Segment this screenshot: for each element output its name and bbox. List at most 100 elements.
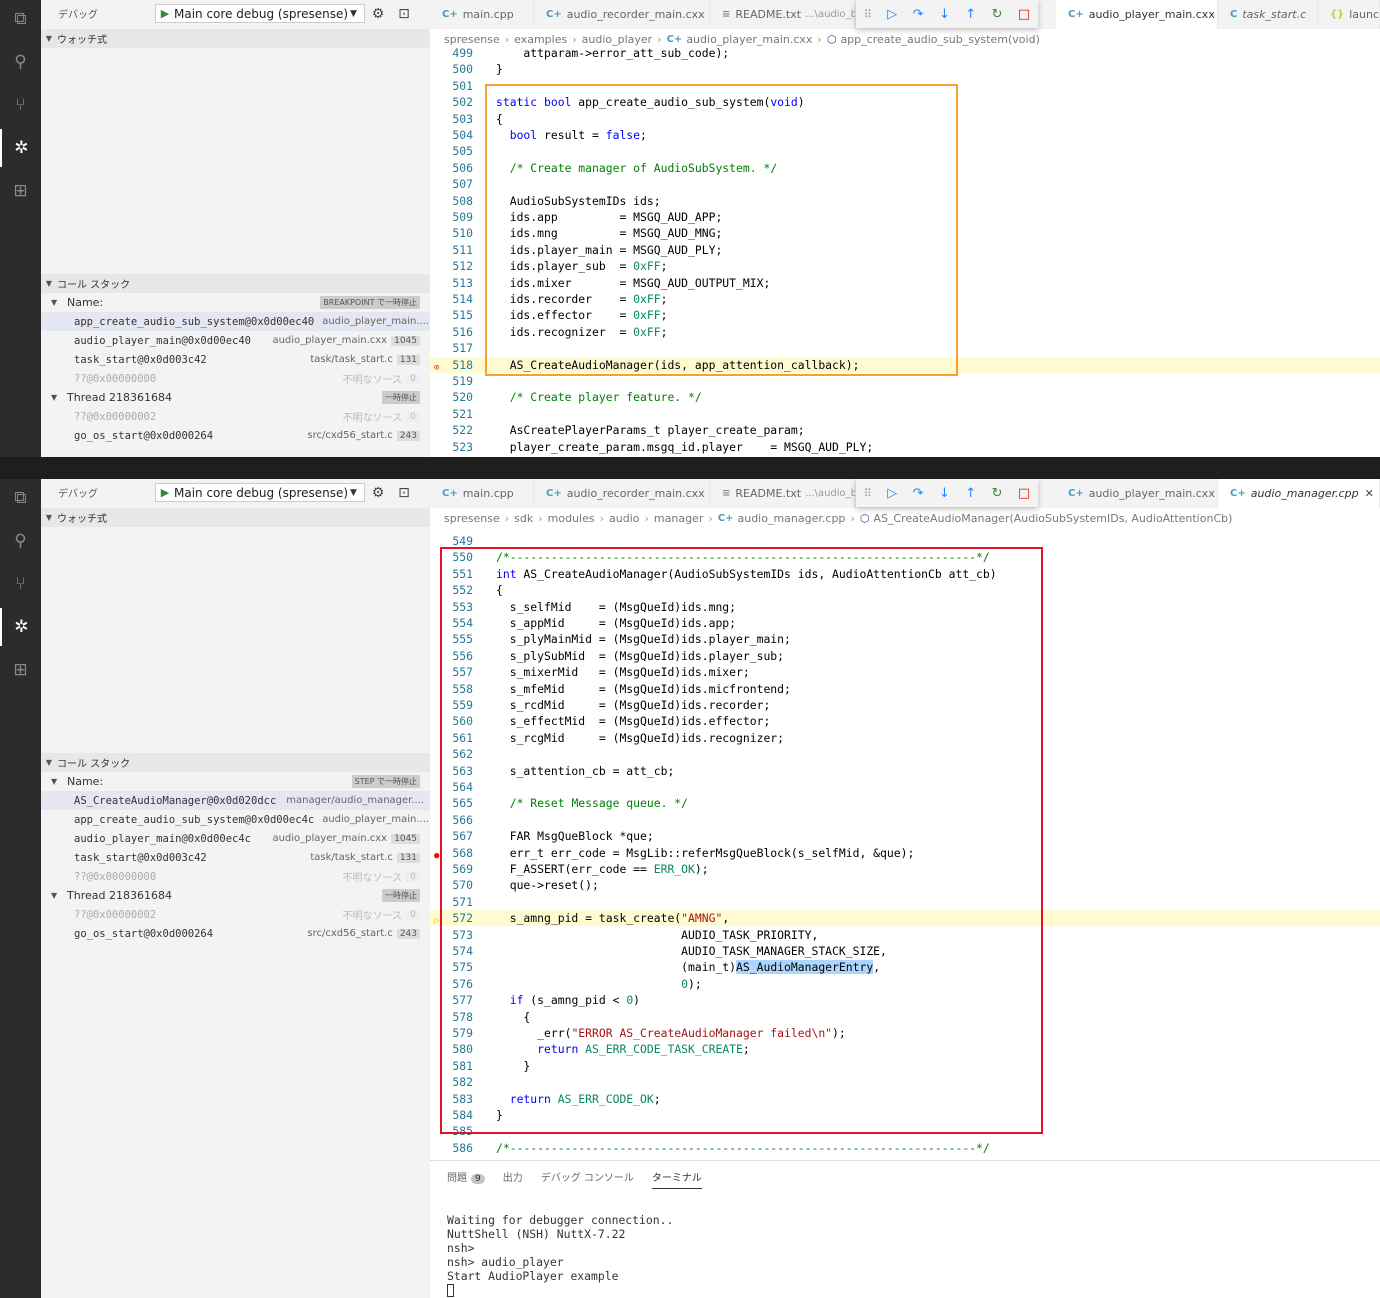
breadcrumb-item[interactable]: manager	[654, 512, 703, 525]
watch-section-header[interactable]: ▼ ウォッチ式	[41, 508, 430, 527]
line-number[interactable]: 583	[430, 1091, 473, 1107]
code-line[interactable]: 508 AudioSubSystemIDs ids;	[430, 193, 1380, 209]
line-number[interactable]: 572	[430, 910, 473, 926]
code-line[interactable]: 551 int AS_CreateAudioManager(AudioSubSys…	[430, 566, 1380, 582]
line-number[interactable]: 514	[430, 291, 473, 307]
thread-row[interactable]: ▼ Name: STEP で一時停止	[41, 772, 430, 791]
breadcrumb-item[interactable]: modules	[548, 512, 595, 525]
line-number[interactable]: 500	[430, 61, 473, 77]
line-number[interactable]: 515	[430, 307, 473, 323]
restart-icon[interactable]: ↻	[992, 7, 1003, 22]
line-number[interactable]: 555	[430, 631, 473, 647]
tab-main-cpp[interactable]: C+ main.cpp	[430, 479, 534, 508]
code-line[interactable]: 520 /* Create player feature. */	[430, 389, 1380, 405]
code-line[interactable]: 562	[430, 746, 1380, 762]
code-line[interactable]: 507	[430, 176, 1380, 192]
line-number[interactable]: 520	[430, 389, 473, 405]
code-line[interactable]: 501	[430, 78, 1380, 94]
code-line[interactable]: 556 s_plySubMid = (MsgQueId)ids.player_s…	[430, 648, 1380, 664]
line-number[interactable]: 523	[430, 439, 473, 455]
code-line[interactable]: 561 s_rcgMid = (MsgQueId)ids.recognizer;	[430, 730, 1380, 746]
line-number[interactable]: 522	[430, 422, 473, 438]
code-line[interactable]: 519	[430, 373, 1380, 389]
stack-frame-row[interactable]: app_create_audio_sub_system@0x0d00ec4c a…	[41, 810, 430, 829]
thread-row[interactable]: ▼ Name: BREAKPOINT で一時停止	[41, 293, 430, 312]
code-line[interactable]: 559 s_rcdMid = (MsgQueId)ids.recorder;	[430, 697, 1380, 713]
line-number[interactable]: 576	[430, 976, 473, 992]
line-number[interactable]: 513	[430, 275, 473, 291]
code-line[interactable]: 521	[430, 406, 1380, 422]
code-line[interactable]: 571	[430, 894, 1380, 910]
breadcrumb-item[interactable]: sdk	[514, 512, 533, 525]
tab-output[interactable]: 出力	[503, 1169, 523, 1189]
code-line[interactable]: 550 /*-----------------------------------…	[430, 549, 1380, 565]
tab-audio-recorder-main[interactable]: C+ audio_recorder_main.cxx	[534, 0, 710, 29]
code-line[interactable]: 500}	[430, 61, 1380, 77]
tab-audio-player-main[interactable]: C+ audio_player_main.cxx	[1056, 479, 1218, 508]
line-number[interactable]: 502	[430, 94, 473, 110]
start-debug-icon[interactable]: ▶	[156, 486, 174, 499]
line-number[interactable]: 575	[430, 959, 473, 975]
debug-icon[interactable]: ✲	[0, 608, 41, 646]
explorer-icon[interactable]: ⧉	[0, 479, 41, 517]
debug-icon[interactable]: ✲	[0, 129, 41, 167]
code-line[interactable]: 563 s_attention_cb = att_cb;	[430, 763, 1380, 779]
line-number[interactable]: 509	[430, 209, 473, 225]
debug-config-select[interactable]: ▶ Main core debug (spresense) ▼	[155, 483, 365, 502]
code-line[interactable]: 499 attparam->error_att_sub_code);	[430, 45, 1380, 61]
stack-frame-row[interactable]: app_create_audio_sub_system@0x0d00ec40 a…	[41, 312, 430, 331]
stack-frame-row[interactable]: task_start@0x0d003c42 task/task_start.c …	[41, 848, 430, 867]
line-number[interactable]: 554	[430, 615, 473, 631]
code-line[interactable]: 505	[430, 143, 1380, 159]
code-line[interactable]: 575 (main_t)AS_AudioManagerEntry,	[430, 959, 1380, 975]
code-line[interactable]: 502 static bool app_create_audio_sub_syst…	[430, 94, 1380, 110]
code-line[interactable]: 504 bool result = false;	[430, 127, 1380, 143]
stop-icon[interactable]: □	[1018, 7, 1030, 22]
breadcrumb-item[interactable]: AS_CreateAudioManager(AudioSubSystemIDs,…	[873, 512, 1232, 525]
code-line[interactable]: 558 s_mfeMid = (MsgQueId)ids.micfrontend…	[430, 681, 1380, 697]
line-number[interactable]: 574	[430, 943, 473, 959]
tab-audio-manager-cpp[interactable]: C+ audio_manager.cpp ✕	[1218, 479, 1380, 508]
line-number[interactable]: 556	[430, 648, 473, 664]
line-number[interactable]: 580	[430, 1041, 473, 1057]
code-line[interactable]: 574 AUDIO_TASK_MANAGER_STACK_SIZE,	[430, 943, 1380, 959]
code-line[interactable]: ⊙ 518 AS_CreateAudioManager(ids, app_atte…	[430, 356, 1380, 373]
stack-frame-row[interactable]: audio_player_main@0x0d00ec4c audio_playe…	[41, 829, 430, 848]
terminal-output[interactable]: Waiting for debugger connection.. NuttShe…	[447, 1213, 673, 1297]
tab-main-cpp[interactable]: C+ main.cpp	[430, 0, 534, 29]
tab-audio-player-main[interactable]: C+audio_player_main.cxx✕	[1056, 0, 1218, 29]
tab-audio-recorder-main[interactable]: C+ audio_recorder_main.cxx	[534, 479, 710, 508]
line-number[interactable]: 586	[430, 1140, 473, 1156]
code-line[interactable]: 552 {	[430, 582, 1380, 598]
step-over-icon[interactable]: ↷	[913, 7, 924, 22]
code-line[interactable]: 557 s_mixerMid = (MsgQueId)ids.mixer;	[430, 664, 1380, 680]
line-number[interactable]: 563	[430, 763, 473, 779]
line-number[interactable]: 553	[430, 599, 473, 615]
code-line[interactable]: 510 ids.mng = MSGQ_AUD_MNG;	[430, 225, 1380, 241]
line-number[interactable]: 501	[430, 78, 473, 94]
code-line[interactable]: 522 AsCreatePlayerParams_t player_create…	[430, 422, 1380, 438]
code-line[interactable]: 509 ids.app = MSGQ_AUD_APP;	[430, 209, 1380, 225]
line-number[interactable]: 516	[430, 324, 473, 340]
gear-icon[interactable]: ⚙	[365, 6, 391, 22]
code-line[interactable]: 513 ids.mixer = MSGQ_AUD_OUTPUT_MIX;	[430, 275, 1380, 291]
code-line[interactable]: 584}	[430, 1107, 1380, 1123]
line-number[interactable]: 507	[430, 176, 473, 192]
line-number[interactable]: 562	[430, 746, 473, 762]
breadcrumb-item[interactable]: examples	[514, 33, 567, 46]
line-number[interactable]: 565	[430, 795, 473, 811]
line-number[interactable]: 567	[430, 828, 473, 844]
line-number[interactable]: 584	[430, 1107, 473, 1123]
line-number[interactable]: 519	[430, 373, 473, 389]
line-number[interactable]: 579	[430, 1025, 473, 1041]
code-line[interactable]: 514 ids.recorder = 0xFF;	[430, 291, 1380, 307]
stop-icon[interactable]: □	[1018, 486, 1030, 501]
breadcrumb-item[interactable]: audio	[609, 512, 639, 525]
stack-frame-row[interactable]: AS_CreateAudioManager@0x0d020dcc manager…	[41, 791, 430, 810]
line-number[interactable]: 551	[430, 566, 473, 582]
line-number[interactable]: 571	[430, 894, 473, 910]
line-number[interactable]: 558	[430, 681, 473, 697]
code-line[interactable]: 578 {	[430, 1009, 1380, 1025]
line-number[interactable]: 552	[430, 582, 473, 598]
line-number[interactable]: 585	[430, 1123, 473, 1139]
